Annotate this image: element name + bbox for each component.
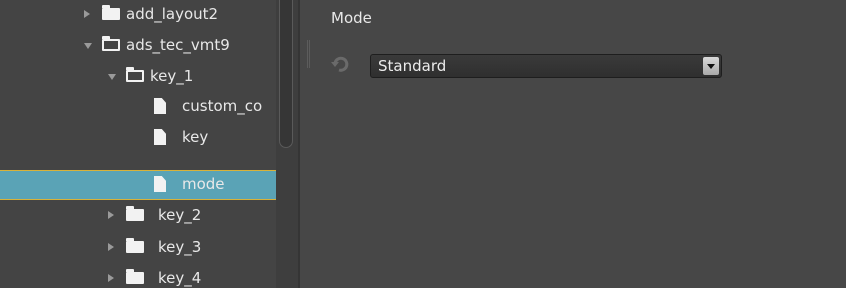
- tree-item-key-3[interactable]: key_3: [0, 233, 276, 263]
- open-folder-icon: [126, 67, 144, 82]
- mode-dropdown[interactable]: Standard: [370, 54, 722, 78]
- tree-item-label: mode: [182, 175, 225, 193]
- tree-item-label: key_4: [158, 269, 202, 287]
- expand-arrow-icon[interactable]: [108, 211, 114, 219]
- tree-item-key[interactable]: key: [0, 123, 276, 153]
- expand-arrow-icon[interactable]: [84, 10, 90, 18]
- expand-arrow-icon[interactable]: [108, 274, 114, 282]
- file-icon: [154, 129, 166, 145]
- tree-scrollbar[interactable]: [276, 0, 298, 288]
- tree-item-key-1[interactable]: key_1: [0, 62, 276, 92]
- tree-item-label: key_1: [150, 67, 194, 85]
- open-folder-icon: [102, 36, 120, 51]
- collapse-arrow-icon[interactable]: [84, 43, 92, 49]
- expand-arrow-icon[interactable]: [108, 243, 114, 251]
- tree-item-label: add_layout2: [126, 5, 219, 23]
- scrollbar-thumb[interactable]: [279, 0, 293, 148]
- tree-item-label: custom_co: [182, 97, 263, 115]
- reset-icon[interactable]: [331, 54, 351, 74]
- dropdown-selected-value: Standard: [378, 57, 447, 75]
- chevron-down-icon[interactable]: [703, 57, 719, 75]
- pane-divider[interactable]: [298, 0, 300, 288]
- tree-item-label: key_3: [158, 238, 202, 256]
- tree-item-custom-co[interactable]: custom_co: [0, 92, 276, 122]
- tree-item-label: key_2: [158, 206, 202, 224]
- file-icon: [154, 98, 166, 114]
- tree-item-key-2[interactable]: key_2: [0, 201, 276, 231]
- folder-icon: [126, 206, 144, 221]
- tree-item-add-layout2[interactable]: add_layout2: [0, 0, 276, 30]
- splitter-handle[interactable]: [307, 40, 310, 68]
- folder-icon: [102, 5, 120, 20]
- settings-tree: add_layout2 ads_tec_vmt9 key_1 custom_co…: [0, 0, 276, 288]
- tree-item-key-4[interactable]: key_4: [0, 264, 276, 288]
- tree-item-label: key: [182, 128, 209, 146]
- tree-item-ads-tec-vmt9[interactable]: ads_tec_vmt9: [0, 31, 276, 61]
- folder-icon: [126, 269, 144, 284]
- property-title: Mode: [331, 9, 372, 27]
- tree-item-label: ads_tec_vmt9: [126, 36, 230, 54]
- file-icon: [154, 176, 166, 192]
- settings-window: add_layout2 ads_tec_vmt9 key_1 custom_co…: [0, 0, 846, 288]
- tree-item-mode[interactable]: mode: [0, 170, 276, 200]
- folder-icon: [126, 238, 144, 253]
- collapse-arrow-icon[interactable]: [108, 74, 116, 80]
